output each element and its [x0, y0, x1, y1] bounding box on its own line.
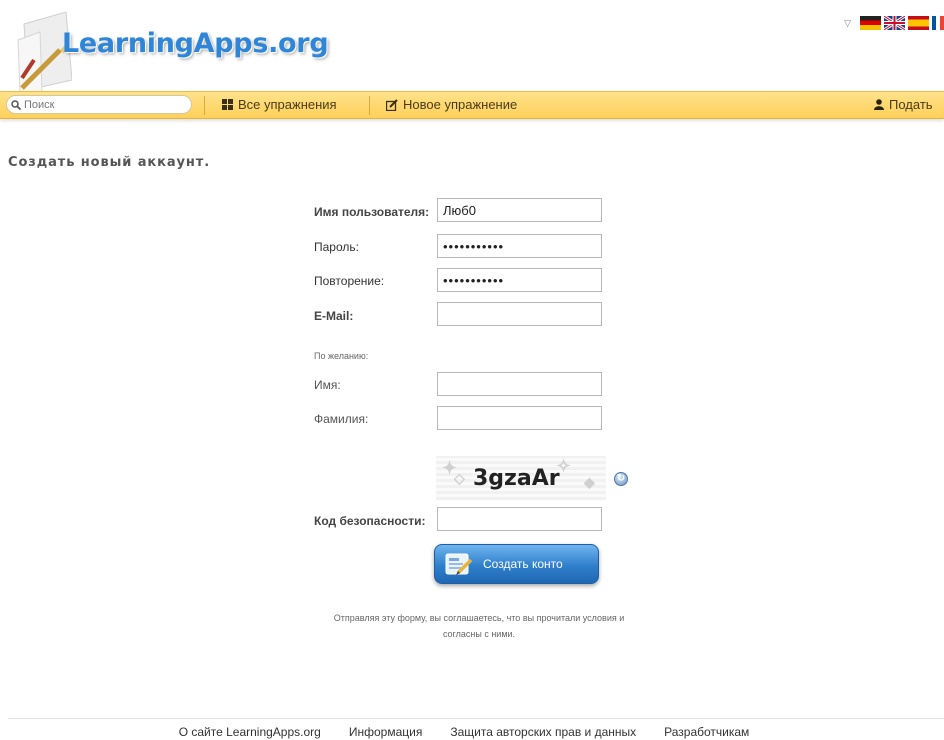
nav-divider: [204, 96, 205, 115]
nav-all-exercises[interactable]: Все упражнения: [222, 97, 337, 112]
grid-icon: [222, 99, 233, 110]
footer-links: О сайте LearningApps.org Информация Защи…: [0, 725, 944, 739]
captcha-image: ✦ ◇ ✧ ◆ 3gzaAr: [436, 456, 606, 500]
footer-link-about[interactable]: О сайте LearningApps.org: [179, 725, 321, 739]
footer-link-info[interactable]: Информация: [349, 725, 422, 739]
language-selector[interactable]: ▽: [844, 14, 944, 32]
nav-submit[interactable]: Подать: [874, 97, 933, 112]
create-account-label: Создать конто: [483, 557, 563, 571]
flag-fr-icon[interactable]: [932, 16, 944, 30]
first-name-label: Имя:: [314, 378, 341, 392]
create-account-button[interactable]: Создать конто: [434, 544, 599, 584]
captcha-text: 3gzaAr: [473, 466, 560, 491]
username-label: Имя пользователя:: [314, 205, 430, 219]
captcha-noise: ◇: [454, 470, 465, 486]
last-name-field[interactable]: [437, 406, 602, 430]
user-icon: [874, 99, 884, 110]
dropdown-arrow-icon[interactable]: ▽: [844, 18, 851, 29]
first-name-field[interactable]: [437, 372, 602, 396]
edit-icon: [386, 98, 398, 111]
flag-de-icon[interactable]: [860, 16, 881, 30]
repeat-password-field[interactable]: [437, 268, 602, 292]
main-navbar: Все упражнения Новое упражнение Подать: [0, 91, 944, 119]
nav-new-exercise-label: Новое упражнение: [403, 97, 518, 112]
flag-es-icon[interactable]: [908, 16, 929, 30]
repeat-password-label: Повторение:: [314, 274, 385, 288]
search-icon: [11, 99, 21, 110]
page-title: Создать новый аккаунт.: [8, 155, 211, 170]
security-code-label: Код безопасности:: [314, 514, 426, 528]
email-label: E-Mail:: [314, 309, 354, 323]
captcha-noise: ◆: [584, 474, 595, 490]
nav-new-exercise[interactable]: Новое упражнение: [386, 97, 517, 112]
refresh-captcha-icon[interactable]: ↻: [614, 472, 628, 486]
footer-link-developers[interactable]: Разработчикам: [664, 725, 749, 739]
optional-label: По желанию:: [314, 351, 369, 361]
security-code-field[interactable]: [437, 507, 602, 531]
nav-all-exercises-label: Все упражнения: [238, 97, 337, 112]
search-box[interactable]: [6, 95, 192, 114]
email-field[interactable]: [437, 302, 602, 326]
footer-link-privacy[interactable]: Защита авторских прав и данных: [450, 725, 636, 739]
form-edit-icon: [445, 553, 473, 575]
site-logo[interactable]: LearningApps.org: [62, 28, 329, 59]
flag-en-icon[interactable]: [883, 14, 906, 32]
password-label: Пароль:: [314, 240, 359, 254]
username-field[interactable]: [437, 198, 602, 222]
search-input[interactable]: [21, 98, 184, 111]
last-name-label: Фамилия:: [314, 412, 369, 426]
nav-submit-label: Подать: [889, 97, 933, 112]
password-field[interactable]: [437, 234, 602, 258]
footer-divider: [8, 718, 944, 719]
nav-divider: [369, 96, 370, 115]
agreement-text: Отправляя эту форму, вы соглашаетесь, чт…: [333, 613, 625, 639]
